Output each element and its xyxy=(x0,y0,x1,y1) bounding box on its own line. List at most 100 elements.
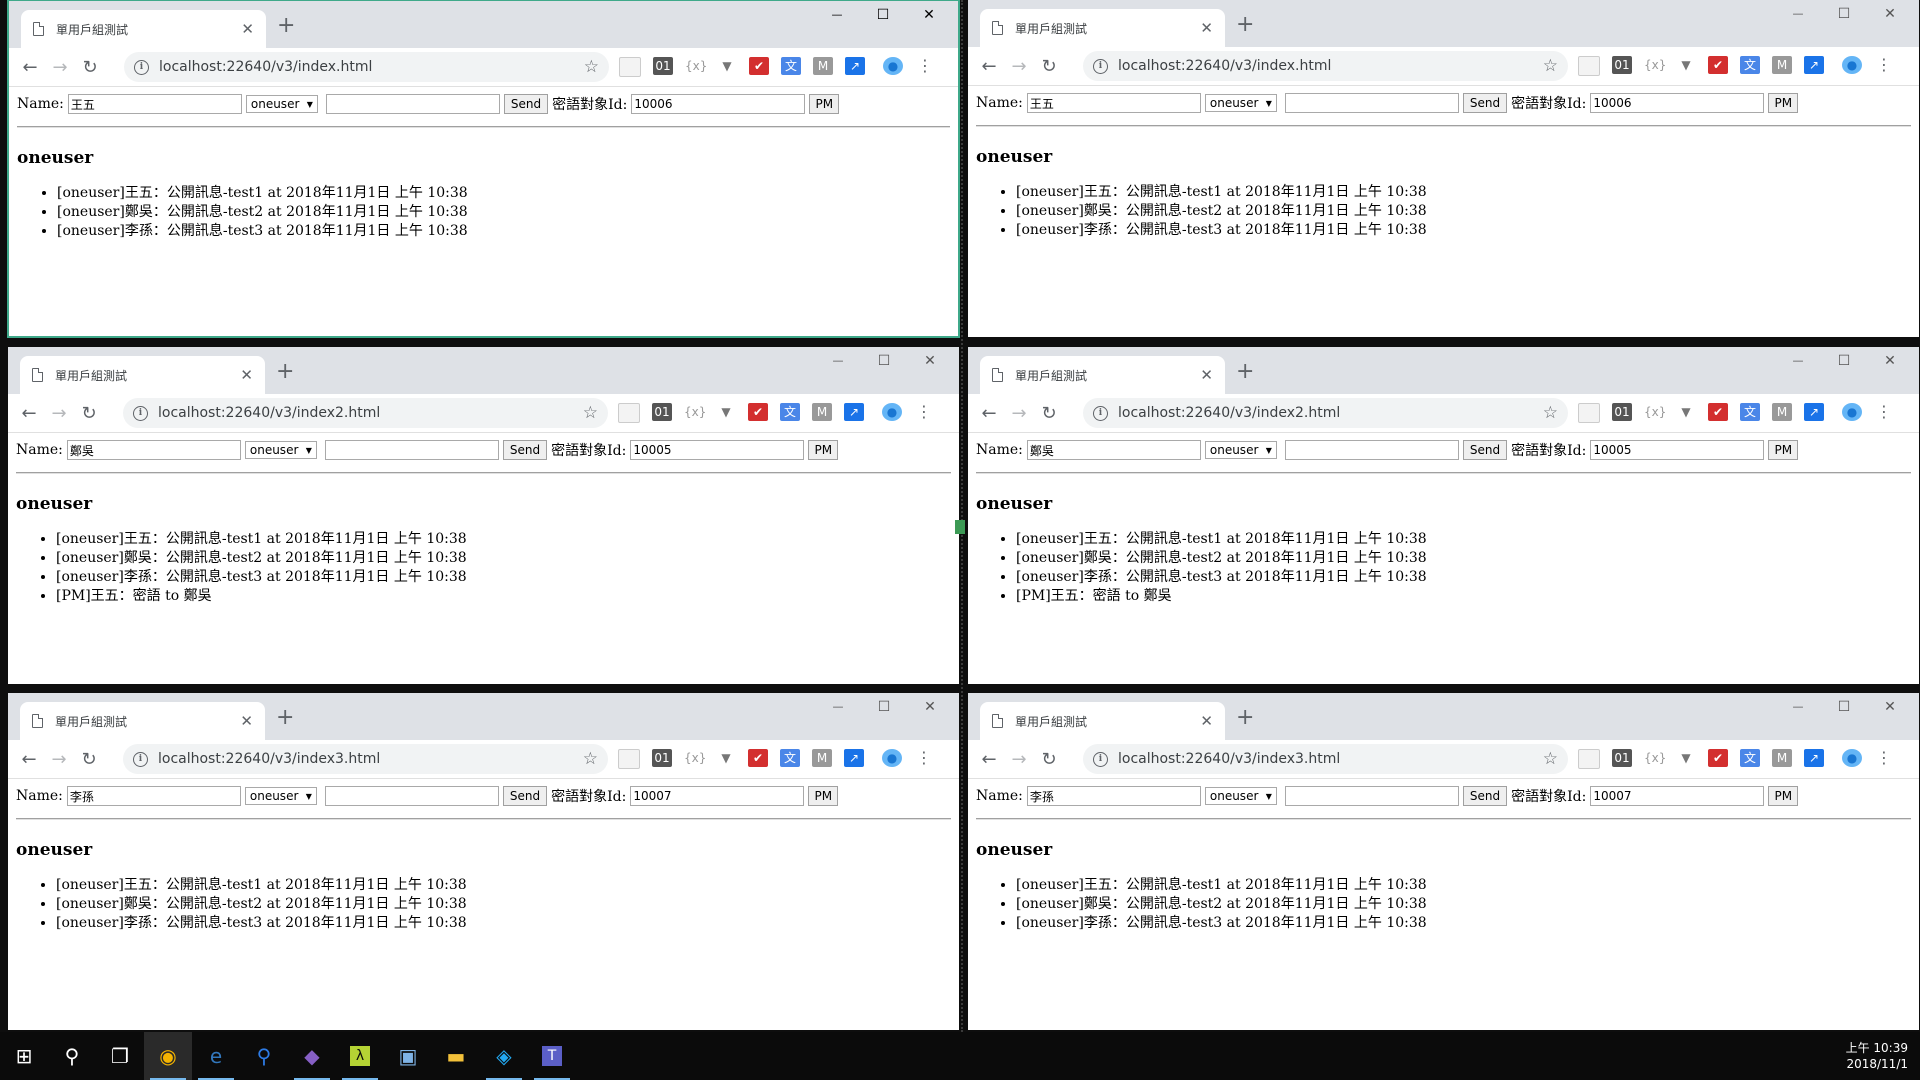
extension-json-icon[interactable]: {x} xyxy=(684,749,706,767)
extension-check-icon[interactable]: ✔ xyxy=(748,749,768,767)
back-button[interactable]: ← xyxy=(14,749,44,770)
extension-m-icon[interactable]: M xyxy=(1772,403,1792,421)
extension-m-icon[interactable]: M xyxy=(812,749,832,767)
message-input[interactable] xyxy=(1284,440,1459,460)
search-taskbar-button[interactable]: ⚲ xyxy=(48,1032,96,1080)
info-icon[interactable]: i xyxy=(134,59,149,75)
name-input[interactable] xyxy=(1026,440,1201,460)
info-icon[interactable]: i xyxy=(1093,405,1108,421)
address-bar[interactable]: i localhost:22640/v3/index3.html ☆ xyxy=(123,744,608,774)
maximize-button[interactable]: ☐ xyxy=(861,349,907,373)
name-input[interactable] xyxy=(67,94,242,114)
title-bar[interactable]: 單用戶組測試 ✕ + — ☐ ✕ xyxy=(968,347,1919,394)
message-input[interactable] xyxy=(324,440,499,460)
info-icon[interactable]: i xyxy=(133,405,148,421)
send-button[interactable]: Send xyxy=(502,786,548,806)
pm-button[interactable]: PM xyxy=(809,94,840,114)
close-button[interactable]: ✕ xyxy=(1867,695,1913,719)
bookmark-star-icon[interactable]: ☆ xyxy=(583,749,598,769)
extension-binary-icon[interactable]: 01 xyxy=(1612,56,1632,74)
title-bar[interactable]: 單用戶組測試 ✕ + — ☐ ✕ xyxy=(8,347,959,394)
group-select[interactable]: oneuser ▼ xyxy=(1204,441,1277,459)
windows-start-taskbar-button[interactable]: ⊞ xyxy=(0,1032,48,1080)
extension-arrow-icon[interactable]: ↗ xyxy=(845,57,865,75)
extension-translate-icon[interactable]: 文 xyxy=(781,57,801,75)
chrome-menu-icon[interactable]: ⋮ xyxy=(1874,56,1894,74)
extension-m-icon[interactable]: M xyxy=(1772,56,1792,74)
back-button[interactable]: ← xyxy=(974,56,1004,77)
extension-binary-icon[interactable]: 01 xyxy=(652,749,672,767)
visual-studio-taskbar-button[interactable]: ◆ xyxy=(288,1032,336,1080)
extension-translate-icon[interactable]: 文 xyxy=(1740,403,1760,421)
name-input[interactable] xyxy=(66,440,241,460)
extension-arrow-icon[interactable]: ↗ xyxy=(1804,56,1824,74)
message-input[interactable] xyxy=(325,94,500,114)
close-button[interactable]: ✕ xyxy=(1867,349,1913,373)
extension-binary-icon[interactable]: 01 xyxy=(1612,749,1632,767)
extension-json-icon[interactable]: {x} xyxy=(1644,749,1666,767)
file-explorer-taskbar-button[interactable]: ▬ xyxy=(432,1032,480,1080)
profile-avatar-icon[interactable]: ● xyxy=(882,403,902,421)
group-select[interactable]: oneuser ▼ xyxy=(1204,94,1277,112)
extension-json-icon[interactable]: {x} xyxy=(1644,56,1666,74)
maximize-button[interactable]: ☐ xyxy=(1821,695,1867,719)
reload-button[interactable]: ↻ xyxy=(1034,749,1064,770)
chrome-menu-icon[interactable]: ⋮ xyxy=(1874,403,1894,421)
reload-button[interactable]: ↻ xyxy=(74,749,104,770)
extension-check-icon[interactable]: ✔ xyxy=(1708,56,1728,74)
maximize-button[interactable]: ☐ xyxy=(1821,2,1867,26)
address-bar[interactable]: i localhost:22640/v3/index.html ☆ xyxy=(124,52,609,82)
extension-check-icon[interactable]: ✔ xyxy=(1708,749,1728,767)
extension-arrow-icon[interactable]: ↗ xyxy=(844,403,864,421)
pm-button[interactable]: PM xyxy=(1768,786,1799,806)
title-bar[interactable]: 單用戶組測試 ✕ + — ☐ ✕ xyxy=(9,1,958,48)
reload-button[interactable]: ↻ xyxy=(1034,403,1064,424)
tab-close-icon[interactable]: ✕ xyxy=(1200,712,1213,730)
tab-close-icon[interactable]: ✕ xyxy=(1200,19,1213,37)
reload-button[interactable]: ↻ xyxy=(75,57,105,78)
reload-button[interactable]: ↻ xyxy=(1034,56,1064,77)
chrome-menu-icon[interactable]: ⋮ xyxy=(915,57,935,75)
extension-v-icon[interactable]: ▼ xyxy=(716,749,736,767)
pm-button[interactable]: PM xyxy=(808,786,839,806)
new-tab-button[interactable]: + xyxy=(1236,705,1254,731)
minimize-button[interactable]: — xyxy=(815,695,861,719)
chrome-menu-icon[interactable]: ⋮ xyxy=(1874,749,1894,767)
minimize-button[interactable]: — xyxy=(815,349,861,373)
extension-m-icon[interactable]: M xyxy=(1772,749,1792,767)
extension-binary-icon[interactable]: 01 xyxy=(652,403,672,421)
extension-blank-icon[interactable] xyxy=(619,57,641,77)
extension-m-icon[interactable]: M xyxy=(812,403,832,421)
bookmark-star-icon[interactable]: ☆ xyxy=(1543,403,1558,423)
back-button[interactable]: ← xyxy=(974,403,1004,424)
pm-target-id-input[interactable] xyxy=(631,94,806,114)
extension-translate-icon[interactable]: 文 xyxy=(1740,56,1760,74)
minimize-button[interactable]: — xyxy=(814,3,860,27)
back-button[interactable]: ← xyxy=(974,749,1004,770)
vscode-taskbar-button[interactable]: ◈ xyxy=(480,1032,528,1080)
info-icon[interactable]: i xyxy=(133,751,148,767)
info-icon[interactable]: i xyxy=(1093,751,1108,767)
forward-button[interactable]: → xyxy=(45,57,75,78)
message-input[interactable] xyxy=(324,786,499,806)
pm-target-id-input[interactable] xyxy=(630,786,805,806)
extension-json-icon[interactable]: {x} xyxy=(685,57,707,75)
extension-translate-icon[interactable]: 文 xyxy=(1740,749,1760,767)
browser-tab[interactable]: 單用戶組測試 ✕ xyxy=(20,702,265,740)
taskbar-clock[interactable]: 上午 10:39 2018/11/1 xyxy=(1846,1040,1908,1072)
extension-v-icon[interactable]: ▼ xyxy=(717,57,737,75)
bookmark-star-icon[interactable]: ☆ xyxy=(1543,749,1558,769)
extension-json-icon[interactable]: {x} xyxy=(684,403,706,421)
extension-translate-icon[interactable]: 文 xyxy=(780,749,800,767)
browser-tab[interactable]: 單用戶組測試 ✕ xyxy=(21,10,266,48)
remote-desktop-taskbar-button[interactable]: ▣ xyxy=(384,1032,432,1080)
bookmark-star-icon[interactable]: ☆ xyxy=(583,403,598,423)
extension-check-icon[interactable]: ✔ xyxy=(748,403,768,421)
teams-taskbar-button[interactable]: T xyxy=(528,1032,576,1080)
new-tab-button[interactable]: + xyxy=(276,359,294,385)
edge-taskbar-button[interactable]: e xyxy=(192,1032,240,1080)
snap-divider-grip[interactable] xyxy=(955,520,965,534)
pm-target-id-input[interactable] xyxy=(1590,786,1765,806)
forward-button[interactable]: → xyxy=(1004,56,1034,77)
new-tab-button[interactable]: + xyxy=(277,13,295,39)
